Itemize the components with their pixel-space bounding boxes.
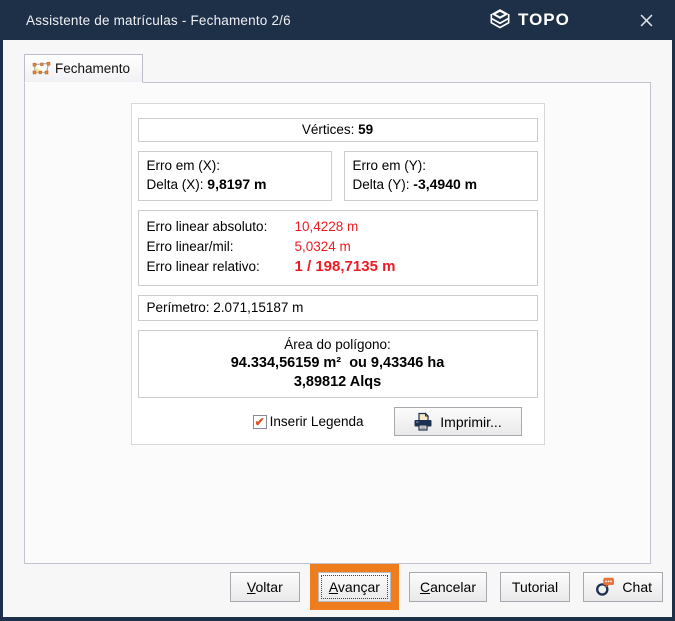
erro-mil-label: Erro linear/mil: [147,237,295,257]
area-box: Área do polígono: 94.334,56159 m² ou 9,4… [138,330,538,398]
topo-cube-icon [487,7,513,33]
wizard-button-row: Voltar Avançar Cancelar Tutorial [230,572,663,602]
topo-logo-text: TOPO [518,10,570,30]
delta-row: Erro em (X): Delta (X): 9,8197 m Erro em… [138,151,538,201]
linear-error-box: Erro linear absoluto: 10,4228 m Erro lin… [138,210,538,286]
erro-relativo-label: Erro linear relativo: [147,257,295,277]
avancar-label: vançar [338,579,380,595]
cancelar-label: ancelar [430,579,476,595]
linear-error-row: Erro linear relativo: 1 / 198,7135 m [147,257,529,277]
chat-label: Chat [622,579,652,595]
window-title: Assistente de matrículas - Fechamento 2/… [26,13,291,28]
delta-x-value: 9,8197 m [207,176,266,192]
fechamento-panel: Vértices: 59 Erro em (X): Delta (X): 9,8… [24,82,651,564]
cancelar-button[interactable]: Cancelar [409,572,487,602]
inserir-legenda-checkbox[interactable]: ✔ Inserir Legenda [253,414,364,429]
cancelar-hotkey: C [420,579,430,595]
erro-mil-value: 5,0324 m [295,237,351,257]
avancar-button[interactable]: Avançar [318,572,391,602]
vertices-label: Vértices: [302,122,355,137]
delta-x-label: Delta (X): [147,177,204,192]
inserir-legenda-label: Inserir Legenda [270,414,364,429]
delta-y-value: -3,4940 m [413,176,477,192]
closure-summary-container: Vértices: 59 Erro em (X): Delta (X): 9,8… [131,103,545,445]
close-icon [640,14,653,27]
imprimir-button[interactable]: Imprimir... [394,407,522,436]
voltar-button[interactable]: Voltar [230,572,300,602]
topo-logo: TOPO [487,0,570,40]
avancar-hotkey: A [329,579,338,595]
tutorial-button[interactable]: Tutorial [500,572,570,602]
erro-y-title: Erro em (Y): [353,156,529,175]
chat-icon [594,576,615,598]
polygon-icon [31,61,52,76]
close-button[interactable] [633,0,659,40]
tab-fechamento-label: Fechamento [55,61,130,76]
chat-button[interactable]: Chat [583,572,663,602]
erro-x-box: Erro em (X): Delta (X): 9,8197 m [138,151,332,201]
erro-x-title: Erro em (X): [147,156,323,175]
linear-error-row: Erro linear/mil: 5,0324 m [147,237,529,257]
erro-absoluto-label: Erro linear absoluto: [147,217,295,237]
area-value-alqs: 3,89812 Alqs [141,373,535,392]
dialog-client-area: Fechamento Vértices: 59 Erro em (X): Del… [3,40,672,617]
delta-y-label: Delta (Y): [353,177,410,192]
legend-print-row: ✔ Inserir Legenda Impri [138,407,538,436]
titlebar: Assistente de matrículas - Fechamento 2/… [0,0,675,40]
perimeter-box: Perímetro: 2.071,15187 m [138,295,538,321]
assistant-dialog-window: Assistente de matrículas - Fechamento 2/… [0,0,675,621]
checkbox-check-icon[interactable]: ✔ [253,415,267,429]
tab-fechamento[interactable]: Fechamento [24,54,143,83]
printer-icon [413,412,433,432]
voltar-hotkey: V [247,579,256,595]
area-value-m2-ha: 94.334,56159 m² ou 9,43346 ha [141,354,535,373]
erro-absoluto-value: 10,4228 m [295,217,359,237]
vertices-box: Vértices: 59 [138,118,538,142]
tutorial-label: Tutorial [512,579,558,595]
vertices-value: 59 [358,122,373,137]
erro-y-box: Erro em (Y): Delta (Y): -3,4940 m [344,151,538,201]
erro-relativo-value: 1 / 198,7135 m [295,257,396,277]
imprimir-label: Imprimir... [440,414,501,430]
perimeter-value: 2.071,15187 m [213,300,303,315]
voltar-label: oltar [256,579,283,595]
linear-error-row: Erro linear absoluto: 10,4228 m [147,217,529,237]
perimeter-label: Perímetro: [147,300,210,315]
avancar-highlight-annotation: Avançar [310,564,399,610]
area-title: Área do polígono: [141,335,535,354]
